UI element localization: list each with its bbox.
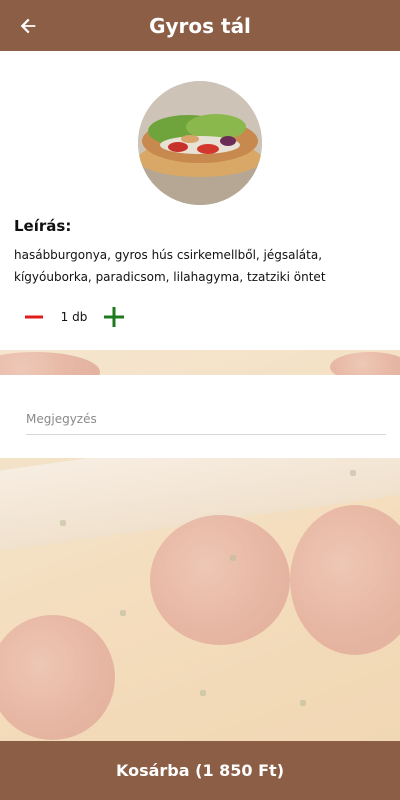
add-to-cart-button[interactable]: Kosárba (1 850 Ft) <box>0 741 400 800</box>
product-card: Leírás: hasábburgonya, gyros hús csirkem… <box>0 51 400 350</box>
description-label: Leírás: <box>14 217 72 235</box>
plus-icon <box>104 307 124 327</box>
note-input[interactable] <box>26 403 386 435</box>
decrease-button[interactable] <box>20 303 48 331</box>
quantity-value: 1 db <box>60 310 88 324</box>
add-to-cart-label: Kosárba (1 850 Ft) <box>115 761 284 780</box>
description-text: hasábburgonya, gyros hús csirkemellből, … <box>14 248 326 284</box>
note-section <box>0 375 400 458</box>
minus-icon <box>25 315 43 319</box>
increase-button[interactable] <box>100 303 128 331</box>
quantity-stepper: 1 db <box>20 303 128 331</box>
page-title: Gyros tál <box>149 13 251 38</box>
back-button[interactable] <box>14 12 42 40</box>
app-header: Gyros tál <box>0 0 400 51</box>
gyros-plate-photo <box>138 81 262 205</box>
arrow-left-icon <box>20 18 36 34</box>
